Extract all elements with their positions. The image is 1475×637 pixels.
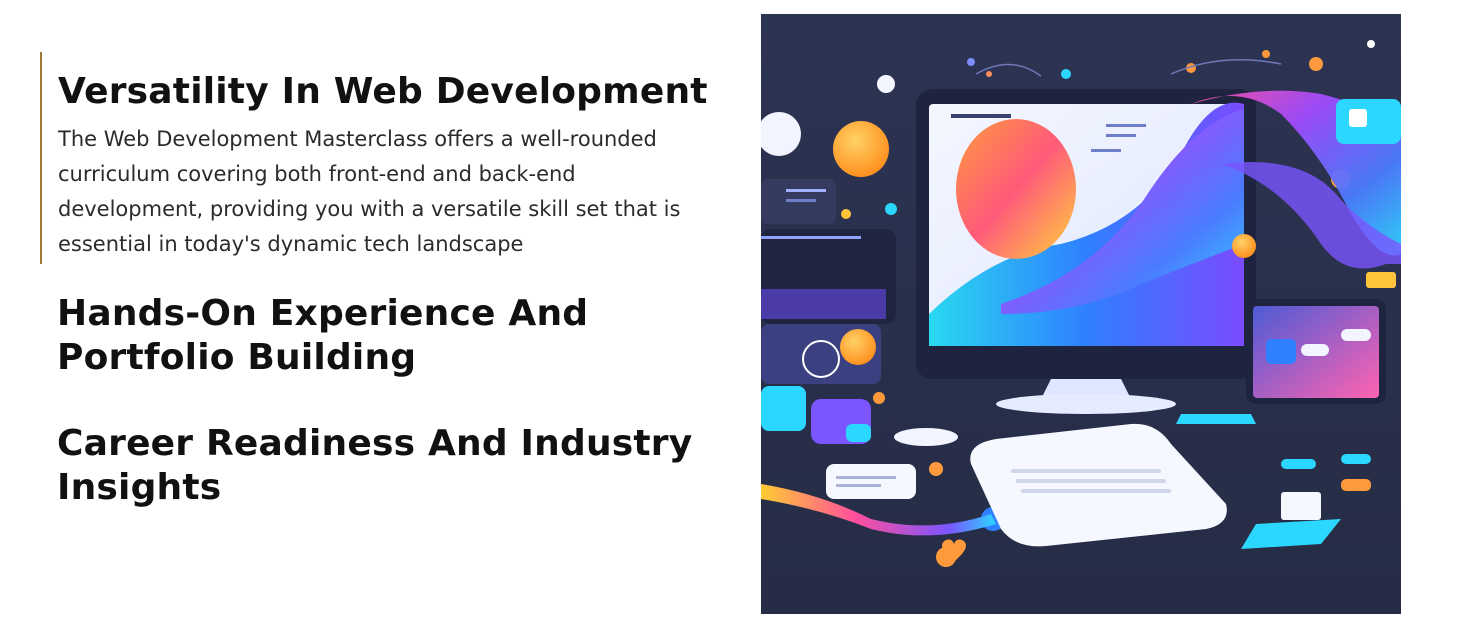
accordion-item-career[interactable]: Career Readiness And Industry Insights — [40, 422, 720, 510]
accordion-title-versatility[interactable]: Versatility In Web Development — [58, 52, 720, 114]
feature-accordion: Versatility In Web Development The Web D… — [40, 52, 720, 510]
accordion-item-hands-on[interactable]: Hands-On Experience And Portfolio Buildi… — [40, 292, 720, 380]
web-development-illustration — [761, 14, 1401, 614]
accordion-body-versatility: The Web Development Masterclass offers a… — [58, 127, 681, 256]
accordion-item-versatility[interactable]: Versatility In Web Development The Web D… — [40, 52, 720, 264]
accordion-title-hands-on[interactable]: Hands-On Experience And Portfolio Buildi… — [57, 292, 720, 380]
accordion-title-career[interactable]: Career Readiness And Industry Insights — [57, 422, 720, 510]
